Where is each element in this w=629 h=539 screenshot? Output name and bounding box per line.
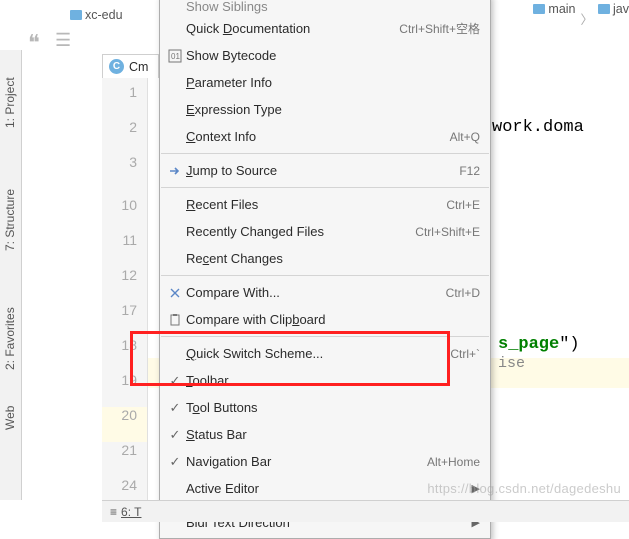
menu-separator (161, 153, 489, 154)
menu-separator (161, 336, 489, 337)
menu-item-show-bytecode[interactable]: 01 Show Bytecode (160, 42, 490, 69)
menu-item-quick-switch-scheme[interactable]: Quick Switch Scheme... Ctrl+` (160, 340, 490, 367)
line-number: 3 (102, 154, 147, 189)
menu-item-status-bar[interactable]: ✓ Status Bar (160, 421, 490, 448)
menu-item-show-siblings[interactable]: Show Siblings (160, 0, 490, 15)
folder-icon (533, 4, 545, 14)
line-number: 11 (102, 232, 147, 267)
menu-item-recent-changes[interactable]: Recent Changes (160, 245, 490, 272)
toolwindow-favorites[interactable]: 2: Favorites (0, 281, 20, 376)
menu-separator (161, 187, 489, 188)
menu-item-toolbar[interactable]: ✓ Toolbar (160, 367, 490, 394)
line-number: 1 (102, 84, 147, 119)
breadcrumb-label: jav (613, 2, 629, 16)
list-icon: ≡ (110, 505, 117, 519)
line-number: 20 (102, 407, 147, 442)
menu-item-jump-to-source[interactable]: Jump to Source F12 (160, 157, 490, 184)
breadcrumb-item-main[interactable]: main (533, 2, 575, 16)
statusbar: ≡ 6: T (102, 500, 629, 522)
quote-icon: ❝ (28, 30, 40, 56)
menu-item-parameter-info[interactable]: Parameter Info (160, 69, 490, 96)
editor-tab-label: Cm (129, 60, 148, 74)
compare-icon (164, 286, 186, 300)
jump-icon (164, 164, 186, 178)
menu-item-recently-changed-files[interactable]: Recently Changed Files Ctrl+Shift+E (160, 218, 490, 245)
breadcrumb-item-java[interactable]: jav (598, 2, 629, 16)
editor-code-fragment: work.doma (492, 118, 584, 137)
line-number: 10 (102, 197, 147, 232)
editor-tab[interactable]: C Cm (102, 54, 159, 78)
toolwindow-structure[interactable]: 7: Structure (0, 162, 20, 257)
menu-item-compare-with[interactable]: Compare With... Ctrl+D (160, 279, 490, 306)
module-icon (70, 10, 82, 20)
menu-separator (161, 275, 489, 276)
line-number-gutter: 1 2 3 10 11 12 17 18 19 20 21 24 (102, 78, 148, 512)
toolwindow-project[interactable]: 1: Project (0, 54, 20, 134)
menu-item-recent-files[interactable]: Recent Files Ctrl+E (160, 191, 490, 218)
menu-item-context-info[interactable]: Context Info Alt+Q (160, 123, 490, 150)
line-number: 19 (102, 372, 147, 407)
menu-item-navigation-bar[interactable]: ✓ Navigation Bar Alt+Home (160, 448, 490, 475)
bytecode-icon: 01 (164, 49, 186, 63)
view-menu-popup: Show Siblings Quick Documentation Ctrl+S… (159, 0, 491, 539)
menu-item-tool-buttons[interactable]: ✓ Tool Buttons (160, 394, 490, 421)
breadcrumbs: xc-edu main 〉 jav (70, 2, 123, 28)
toolwindow-label: 7: Structure (3, 189, 17, 251)
breadcrumb-project-label: xc-edu (85, 8, 123, 22)
menu-item-quick-documentation[interactable]: Quick Documentation Ctrl+Shift+空格 (160, 15, 490, 42)
class-icon: C (109, 59, 124, 74)
statusbar-toolwindow[interactable]: 6: T (121, 505, 141, 519)
editor-tabstrip: C Cm (102, 50, 159, 78)
list-icon: ☰ (55, 30, 71, 51)
check-icon: ✓ (164, 427, 186, 443)
breadcrumb-project[interactable]: xc-edu (70, 8, 123, 22)
menu-item-compare-with-clipboard[interactable]: Compare with Clipboard (160, 306, 490, 333)
line-number: 21 (102, 442, 147, 477)
toolwindow-label: Web (3, 406, 17, 430)
toolwindow-label: 1: Project (3, 77, 17, 128)
line-number: 2 (102, 119, 147, 154)
editor-code-fragment: s_page")ise (498, 335, 580, 373)
tool-window-strip: 1: Project 7: Structure 2: Favorites Web (0, 50, 22, 500)
watermark: https://blog.csdn.net/dagedeshu (427, 481, 621, 496)
toolwindow-web[interactable]: Web (0, 386, 20, 436)
clipboard-compare-icon (164, 313, 186, 327)
breadcrumb-label: main (548, 2, 575, 16)
check-icon: ✓ (164, 454, 186, 470)
line-number: 17 (102, 302, 147, 337)
check-icon: ✓ (164, 373, 186, 389)
menu-item-expression-type[interactable]: Expression Type (160, 96, 490, 123)
breadcrumb-sep: 〉 (581, 9, 594, 10)
check-icon: ✓ (164, 400, 186, 416)
svg-text:01: 01 (171, 52, 180, 61)
toolwindow-label: 2: Favorites (3, 307, 17, 370)
line-number: 18 (102, 337, 147, 372)
line-number: 12 (102, 267, 147, 302)
folder-icon (598, 4, 610, 14)
